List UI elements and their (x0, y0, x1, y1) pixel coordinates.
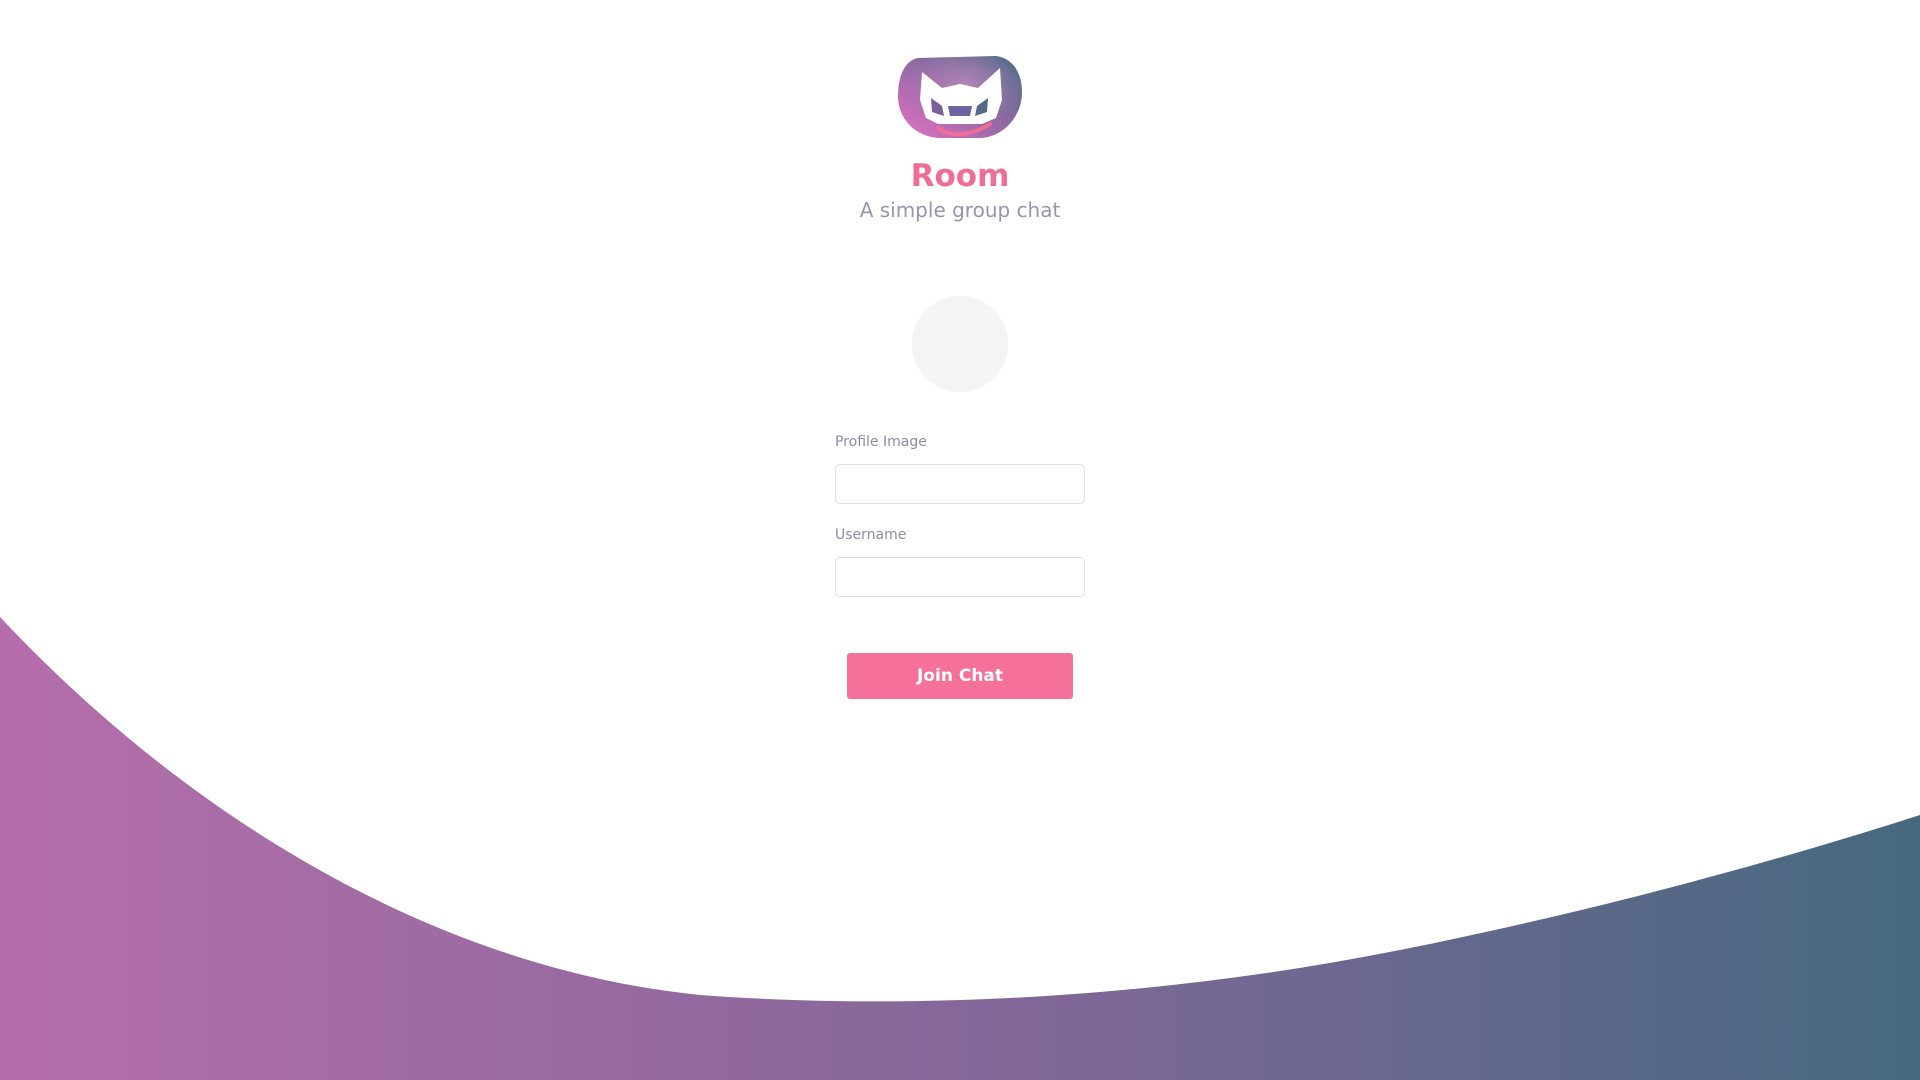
avatar (912, 296, 1008, 392)
username-input[interactable] (835, 557, 1085, 597)
app-subtitle: A simple group chat (859, 198, 1061, 222)
app-title: Room (910, 158, 1010, 194)
cat-face-logo-icon (898, 56, 1022, 138)
profile-image-input[interactable] (835, 464, 1085, 504)
username-label: Username (835, 527, 907, 543)
login-page: Room A simple group chat Profile Image U… (0, 0, 1920, 1080)
profile-image-label: Profile Image (835, 434, 927, 450)
join-chat-button[interactable]: Join Chat (847, 653, 1073, 699)
